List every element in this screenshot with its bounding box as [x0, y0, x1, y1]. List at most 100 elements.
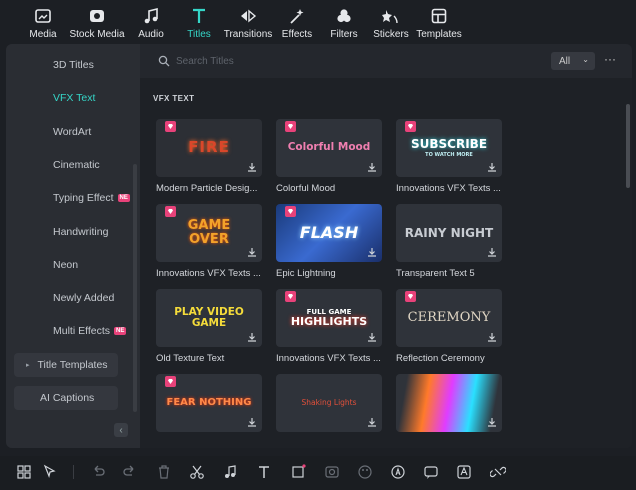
title-templates-button[interactable]: ▸ Title Templates: [14, 353, 118, 377]
card-thumbnail: PLAY VIDEO GAME: [156, 289, 262, 347]
sidebar-item-typing-effect[interactable]: Typing Effect NE: [53, 192, 130, 204]
download-icon[interactable]: [246, 416, 258, 428]
title-card[interactable]: PLAY VIDEO GAME Old Texture Text: [156, 289, 262, 364]
download-icon[interactable]: [366, 246, 378, 258]
title-card[interactable]: Shaking Lights: [276, 374, 382, 432]
sidebar-item-wordart[interactable]: WordArt: [53, 126, 91, 138]
delete-icon[interactable]: [156, 464, 172, 480]
title-card[interactable]: FULL GAME HIGHLIGHTS Innovations VFX Tex…: [276, 289, 382, 364]
crop-icon[interactable]: [290, 464, 306, 480]
search-bar: All ⌄ ···: [140, 44, 632, 78]
download-icon[interactable]: [246, 246, 258, 258]
thumbnail-subtext: HIGHLIGHTS: [290, 314, 368, 328]
download-icon[interactable]: [486, 246, 498, 258]
tab-audio[interactable]: Audio: [134, 0, 168, 44]
tab-stickers[interactable]: Stickers: [372, 0, 410, 44]
sidebar-item-cinematic[interactable]: Cinematic: [53, 159, 100, 171]
ai-tool-icon[interactable]: [390, 464, 406, 480]
title-card[interactable]: FLASH Epic Lightning: [276, 204, 382, 279]
collapse-sidebar-button[interactable]: ‹: [114, 423, 128, 437]
filters-icon: [335, 7, 353, 25]
tab-filters-label: Filters: [330, 29, 358, 40]
title-card[interactable]: CEREMONY Reflection Ceremony: [396, 289, 502, 364]
category-sidebar: 3D Titles VFX Text WordArt Cinematic Typ…: [6, 44, 140, 448]
download-icon[interactable]: [486, 331, 498, 343]
download-icon[interactable]: [366, 161, 378, 173]
title-card[interactable]: SUBSCRIBE TO WATCH MORE Innovations VFX …: [396, 119, 502, 194]
tab-media[interactable]: Media: [26, 0, 60, 44]
tab-titles[interactable]: Titles: [182, 0, 216, 44]
sidebar-scrollbar[interactable]: [133, 164, 137, 412]
ai-captions-button[interactable]: AI Captions: [14, 386, 118, 410]
card-label: Epic Lightning: [276, 268, 336, 279]
thumbnail-text: CEREMONY: [407, 310, 491, 326]
text-icon[interactable]: [256, 464, 272, 480]
card-label: Innovations VFX Texts ...: [276, 353, 381, 364]
caret-right-icon: ▸: [26, 362, 30, 369]
color-icon[interactable]: [357, 464, 373, 480]
premium-gem-icon: [405, 121, 416, 132]
search-input[interactable]: [176, 52, 536, 70]
card-thumbnail: RAINY NIGHT: [396, 204, 502, 262]
more-options-button[interactable]: ···: [602, 52, 618, 70]
sidebar-item-3d-titles[interactable]: 3D Titles: [53, 59, 94, 71]
audio-icon: [142, 7, 160, 25]
chevron-down-icon: ⌄: [582, 55, 589, 64]
speech-icon[interactable]: [423, 464, 439, 480]
mask-icon[interactable]: [324, 464, 340, 480]
sidebar-item-newly-added[interactable]: Newly Added: [53, 292, 114, 304]
tab-titles-label: Titles: [187, 29, 211, 40]
card-thumbnail: CEREMONY: [396, 289, 502, 347]
card-label: Innovations VFX Texts ...: [156, 268, 261, 279]
stock-media-icon: [88, 7, 106, 25]
unlink-icon[interactable]: [490, 464, 506, 480]
download-icon[interactable]: [486, 161, 498, 173]
download-icon[interactable]: [366, 416, 378, 428]
undo-icon[interactable]: [90, 464, 106, 480]
redo-icon[interactable]: [122, 464, 138, 480]
premium-gem-icon: [285, 206, 296, 217]
thumbnail-text: RAINY NIGHT: [404, 225, 494, 240]
premium-gem-icon: [285, 291, 296, 302]
tab-stock-media[interactable]: Stock Media: [68, 0, 126, 44]
tab-audio-label: Audio: [138, 29, 164, 40]
tab-effects[interactable]: Effects: [280, 0, 314, 44]
select-tool-icon[interactable]: [42, 464, 58, 480]
transitions-icon: [239, 7, 257, 25]
content-scrollbar[interactable]: [626, 104, 630, 188]
title-card[interactable]: RAINY NIGHT Transparent Text 5: [396, 204, 502, 279]
tab-effects-label: Effects: [281, 29, 313, 40]
chevron-left-icon: ‹: [119, 424, 123, 436]
layout-icon[interactable]: [16, 464, 32, 480]
title-card[interactable]: [396, 374, 502, 432]
thumbnail-text: Colorful Mood: [287, 141, 371, 154]
more-icon: ···: [604, 52, 616, 66]
download-icon[interactable]: [366, 331, 378, 343]
card-thumbnail: FIRE: [156, 119, 262, 177]
download-icon[interactable]: [246, 161, 258, 173]
title-card[interactable]: FIRE Modern Particle Desig...: [156, 119, 262, 194]
tab-transitions-label: Transitions: [223, 29, 273, 40]
tab-transitions[interactable]: Transitions: [222, 0, 274, 44]
download-icon[interactable]: [246, 331, 258, 343]
tab-filters[interactable]: Filters: [327, 0, 361, 44]
sidebar-item-handwriting[interactable]: Handwriting: [53, 226, 108, 238]
sidebar-item-vfx-text[interactable]: VFX Text: [53, 92, 95, 104]
tab-stock-media-label: Stock Media: [69, 29, 125, 40]
translate-icon[interactable]: [456, 464, 472, 480]
tab-templates[interactable]: Templates: [416, 0, 462, 44]
sidebar-item-multi-effects[interactable]: Multi Effects NE: [53, 325, 127, 337]
thumbnail-subtext: TO WATCH MORE: [425, 151, 473, 158]
cut-icon[interactable]: [189, 464, 205, 480]
templates-icon: [430, 7, 448, 25]
media-icon: [34, 7, 52, 25]
title-card[interactable]: GAME OVER Innovations VFX Texts ...: [156, 204, 262, 279]
audio-edit-icon[interactable]: [222, 464, 238, 480]
title-card[interactable]: FEAR NOTHING: [156, 374, 262, 432]
download-icon[interactable]: [486, 416, 498, 428]
card-label: Transparent Text 5: [396, 268, 475, 279]
sidebar-item-neon[interactable]: Neon: [53, 259, 78, 271]
filter-dropdown[interactable]: All ⌄: [551, 52, 595, 70]
tab-stickers-label: Stickers: [373, 29, 409, 40]
title-card[interactable]: Colorful Mood Colorful Mood: [276, 119, 382, 194]
